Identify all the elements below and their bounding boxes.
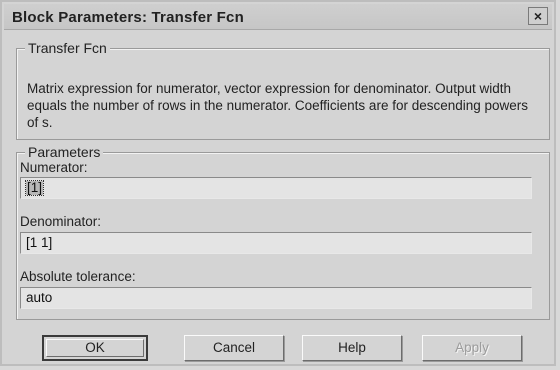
help-button[interactable]: Help (302, 335, 402, 361)
block-description: Matrix expression for numerator, vector … (27, 81, 529, 130)
parameters-legend: Parameters (25, 144, 104, 160)
cancel-button[interactable]: Cancel (184, 335, 284, 361)
transfer-fcn-legend: Transfer Fcn (25, 40, 110, 56)
denominator-field[interactable]: [1 1] (20, 232, 532, 254)
ok-button-label: OK (46, 339, 144, 357)
numerator-field[interactable]: [1] (20, 177, 532, 199)
close-icon: × (533, 8, 543, 24)
apply-button[interactable]: Apply (422, 335, 522, 361)
absolute-tolerance-label: Absolute tolerance: (20, 269, 136, 284)
window-title: Block Parameters: Transfer Fcn (12, 9, 244, 26)
numerator-label: Numerator: (20, 160, 88, 175)
block-parameters-dialog: Block Parameters: Transfer Fcn × Transfe… (0, 0, 556, 366)
denominator-label: Denominator: (20, 214, 102, 229)
transfer-fcn-group: Transfer Fcn Matrix expression for numer… (16, 40, 550, 140)
numerator-value: [1] (24, 180, 45, 196)
close-button[interactable]: × (528, 7, 548, 25)
title-bar[interactable]: Block Parameters: Transfer Fcn × (4, 4, 552, 30)
absolute-tolerance-field[interactable]: auto (20, 287, 532, 309)
ok-button[interactable]: OK (42, 335, 148, 361)
